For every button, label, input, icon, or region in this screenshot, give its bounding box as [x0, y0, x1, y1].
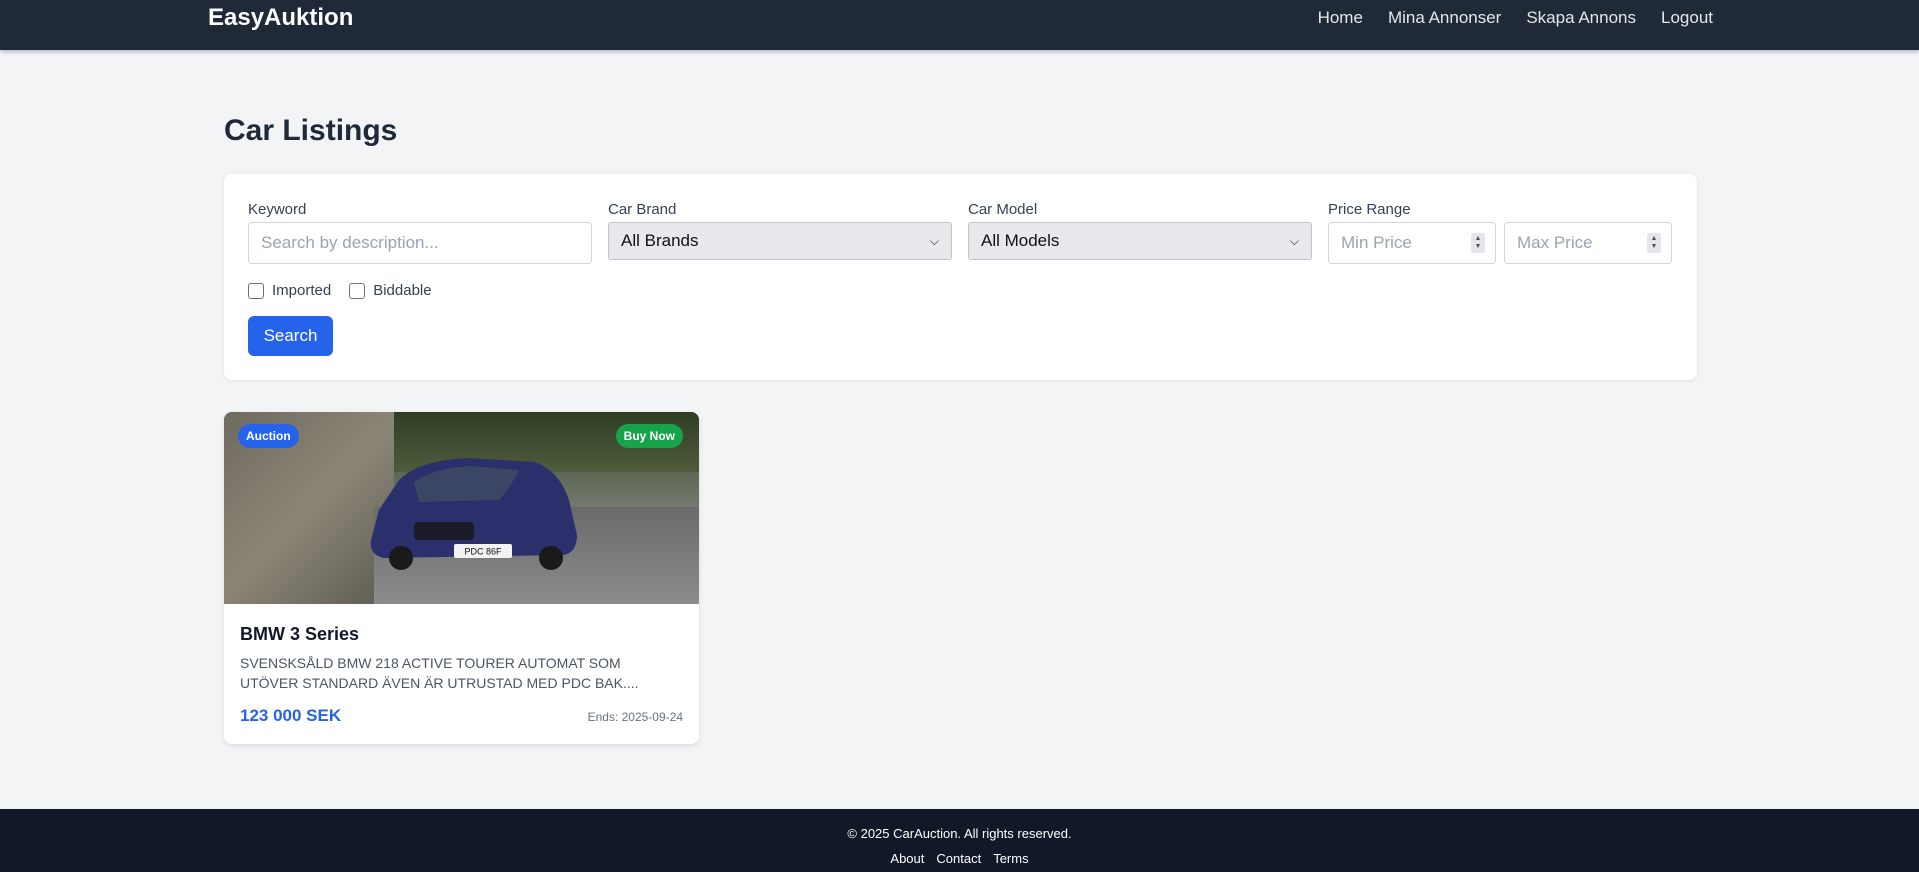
imported-checkbox[interactable]: [248, 282, 264, 299]
listing-price: 123 000 SEK: [240, 706, 342, 725]
biddable-checkbox[interactable]: [349, 282, 366, 299]
number-spinner-icon[interactable]: ▲ ▼: [1471, 233, 1485, 253]
brand-logo[interactable]: EasyAuktion: [208, 4, 353, 32]
min-price-input[interactable]: Min Price ▲ ▼: [1328, 222, 1496, 264]
number-spinner-icon[interactable]: ▲ ▼: [1647, 233, 1661, 253]
footer: © 2025 CarAuction. All rights reserved. …: [0, 809, 1919, 872]
car-model-value: All Models: [981, 231, 1060, 250]
filter-checkboxes: Imported Biddable: [248, 282, 432, 299]
footer-links: About Contact Terms: [0, 851, 1919, 866]
price-range-label: Price Range: [1328, 201, 1411, 218]
max-price-placeholder: Max Price: [1517, 233, 1593, 252]
keyword-label: Keyword: [248, 201, 307, 218]
keyword-input[interactable]: [248, 222, 592, 264]
chevron-down-icon: ⌵: [1289, 233, 1299, 248]
listing-description: SVENSKSÅLD BMW 218 ACTIVE TOURER AUTOMAT…: [240, 655, 639, 691]
min-price-placeholder: Min Price: [1341, 233, 1412, 252]
nav-links: Home Mina Annonser Skapa Annons Logout: [1318, 8, 1713, 28]
license-plate: PDC 86F: [464, 547, 502, 557]
filter-panel: Keyword Car Brand All Brands ⌵ Car Model…: [224, 174, 1697, 380]
car-brand-value: All Brands: [621, 231, 699, 250]
car-image: PDC 86F Auction Buy Now: [224, 412, 699, 604]
biddable-option[interactable]: Biddable: [349, 282, 432, 299]
top-navbar: EasyAuktion Home Mina Annonser Skapa Ann…: [0, 0, 1919, 50]
car-brand-select[interactable]: All Brands ⌵: [608, 222, 952, 260]
copyright-text: © 2025 CarAuction. All rights reserved.: [847, 826, 1072, 841]
imported-option[interactable]: Imported: [248, 282, 331, 299]
nav-home[interactable]: Home: [1318, 8, 1363, 28]
footer-link-about[interactable]: About: [890, 851, 924, 866]
chevron-down-icon: ⌵: [929, 233, 939, 248]
biddable-label: Biddable: [373, 282, 432, 299]
car-model-label: Car Model: [968, 201, 1038, 218]
footer-link-contact[interactable]: Contact: [936, 851, 981, 866]
listing-end-date: Ends: 2025-09-24: [587, 710, 683, 724]
car-illustration: PDC 86F: [370, 458, 577, 570]
nav-mina-annonser[interactable]: Mina Annonser: [1388, 8, 1501, 28]
listing-card[interactable]: PDC 86F Auction Buy Now BMW 3 Series SVE…: [224, 412, 699, 744]
page-title: Car Listings: [224, 114, 398, 147]
car-brand-label: Car Brand: [608, 201, 677, 218]
car-model-select[interactable]: All Models ⌵: [968, 222, 1312, 260]
imported-label: Imported: [272, 282, 332, 299]
listing-title[interactable]: BMW 3 Series: [240, 624, 359, 645]
max-price-input[interactable]: Max Price ▲ ▼: [1504, 222, 1672, 264]
auction-badge: Auction: [238, 424, 299, 448]
nav-logout[interactable]: Logout: [1661, 8, 1713, 28]
buy-now-badge: Buy Now: [615, 424, 683, 448]
nav-skapa-annons[interactable]: Skapa Annons: [1526, 8, 1636, 28]
footer-link-terms[interactable]: Terms: [993, 851, 1028, 866]
search-button[interactable]: Search: [248, 316, 333, 356]
